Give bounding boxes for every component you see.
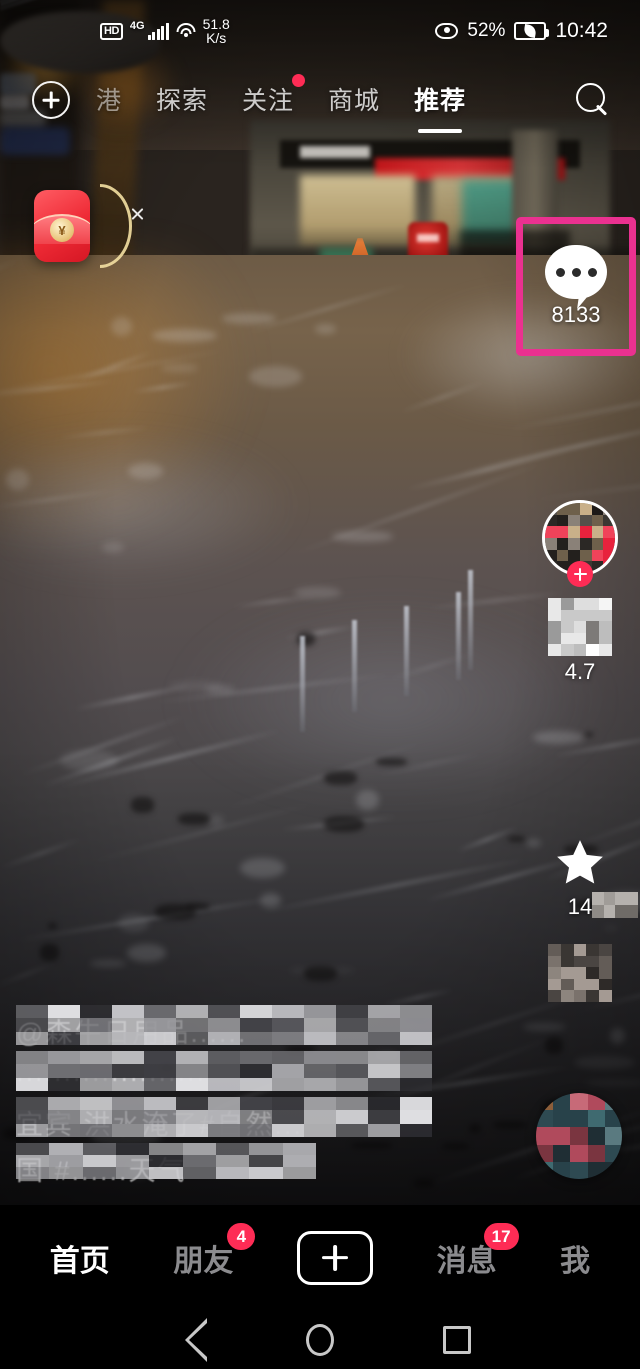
hd-icon: HD xyxy=(100,22,123,40)
favorite-count: 14 xyxy=(567,894,593,919)
network-speed-value: 51.8 xyxy=(202,16,230,32)
signal-bars-icon xyxy=(147,22,169,40)
eye-comfort-icon xyxy=(435,23,459,39)
close-icon[interactable] xyxy=(130,206,145,221)
friends-badge: 4 xyxy=(227,1222,256,1250)
tab-explore[interactable]: 探索 xyxy=(156,81,208,120)
comment-bubble-icon[interactable] xyxy=(545,245,607,299)
red-envelope-coin: ¥ xyxy=(50,218,74,242)
like-item[interactable]: 4.7 xyxy=(548,598,612,685)
tab-gang[interactable]: 港 xyxy=(96,81,122,120)
active-tab-underline xyxy=(418,128,463,133)
plus-box-icon[interactable] xyxy=(296,1230,373,1285)
status-bar-right: 52% 10:42 xyxy=(435,19,608,43)
caption-line-1: @森牛日用品...... xyxy=(16,1005,432,1048)
favorite-item[interactable]: 14 xyxy=(551,835,639,920)
bottom-nav-friends[interactable]: 朋友 4 xyxy=(173,1222,256,1280)
comment-count: 8133 xyxy=(551,302,601,327)
bottom-nav-profile-label: 我 xyxy=(560,1244,591,1278)
status-bar-left: HD 4G 51.8 K/s xyxy=(100,17,230,45)
caption-line-4: 国 #......天气 xyxy=(16,1143,432,1186)
favorite-count-wrap: 14 xyxy=(567,892,639,920)
leaf-icon xyxy=(523,24,538,38)
network-type-label: 4G xyxy=(129,20,145,32)
caption-line-4-mosaic xyxy=(16,1143,316,1179)
tab-mall[interactable]: 商城 xyxy=(328,81,380,120)
android-navigation-bar xyxy=(0,1310,640,1369)
music-disc-icon[interactable] xyxy=(536,1093,622,1179)
notification-dot xyxy=(292,73,306,87)
battery-icon xyxy=(514,22,550,40)
tab-recommend-label: 推荐 xyxy=(414,86,467,115)
favorite-count-mosaic xyxy=(592,892,639,918)
top-tab-list: 港 探索 关注 商城 推荐 xyxy=(96,73,467,133)
caption-line-2: .................... xyxy=(16,1051,432,1091)
star-icon[interactable] xyxy=(551,835,609,891)
search-icon[interactable] xyxy=(576,83,610,117)
comment-item[interactable]: 8133 xyxy=(516,217,636,356)
tab-explore-label: 探索 xyxy=(156,86,209,115)
bottom-nav-friends-label: 朋友 xyxy=(173,1244,234,1278)
action-rail: 4.7 14 xyxy=(520,500,640,1002)
tab-following[interactable]: 关注 xyxy=(242,73,306,120)
background-stop-sign-text xyxy=(417,234,439,242)
bottom-nav-profile[interactable]: 我 xyxy=(560,1236,590,1280)
avatar[interactable] xyxy=(542,500,618,587)
tab-recommend[interactable]: 推荐 xyxy=(414,81,467,133)
background-water-shine-b xyxy=(0,430,300,580)
recents-square-icon[interactable] xyxy=(443,1325,471,1354)
bottom-nav-home-label: 首页 xyxy=(49,1244,110,1278)
bottom-nav-messages-label: 消息 xyxy=(436,1244,497,1278)
back-triangle-icon[interactable] xyxy=(183,1317,207,1362)
share-icon[interactable] xyxy=(548,944,612,1002)
video-caption[interactable]: @森牛日用品...... .................... 宜宾 洪水淹… xyxy=(16,1005,432,1186)
network-speed-unit: K/s xyxy=(206,30,227,46)
like-count: 4.7 xyxy=(564,659,596,684)
tab-mall-label: 商城 xyxy=(328,86,381,115)
plus-circle-icon[interactable] xyxy=(32,81,70,119)
bottom-navigation: 首页 朋友 4 消息 17 我 xyxy=(0,1205,640,1310)
author-avatar-item[interactable] xyxy=(542,500,618,598)
caption-line-2-mosaic xyxy=(16,1051,432,1091)
bottom-nav-messages[interactable]: 消息 17 xyxy=(436,1222,519,1280)
red-envelope-icon[interactable]: ¥ xyxy=(34,190,90,262)
background-window-left xyxy=(300,175,415,247)
top-navigation: 港 探索 关注 商城 推荐 xyxy=(0,66,640,134)
caption-line-1-mosaic xyxy=(16,1005,432,1045)
plus-follow-icon[interactable] xyxy=(567,561,593,587)
network-speed: 51.8 K/s xyxy=(203,17,230,45)
home-circle-icon[interactable] xyxy=(306,1323,334,1356)
messages-badge: 17 xyxy=(483,1222,519,1250)
caption-line-3-mosaic xyxy=(16,1097,432,1137)
share-item[interactable] xyxy=(548,944,612,1002)
bottom-nav-home[interactable]: 首页 xyxy=(50,1236,110,1280)
red-packet-widget[interactable]: ¥ xyxy=(34,184,132,268)
status-bar: HD 4G 51.8 K/s 52% 10:42 xyxy=(0,0,640,62)
tab-gang-label: 港 xyxy=(96,86,123,115)
caption-line-3: 宜宾 洪水淹了#自然... xyxy=(16,1097,432,1140)
music-disc-mosaic xyxy=(536,1093,622,1179)
battery-percent-label: 52% xyxy=(467,20,506,41)
clock-label: 10:42 xyxy=(555,19,608,42)
background-store-sign-text xyxy=(300,146,370,158)
heart-icon[interactable] xyxy=(548,598,612,656)
wifi-icon xyxy=(176,22,196,40)
phone-screen: HD 4G 51.8 K/s 52% 10:42 港 探索 关注 商城 推荐 ¥… xyxy=(0,0,640,1369)
tab-following-label: 关注 xyxy=(242,86,295,115)
